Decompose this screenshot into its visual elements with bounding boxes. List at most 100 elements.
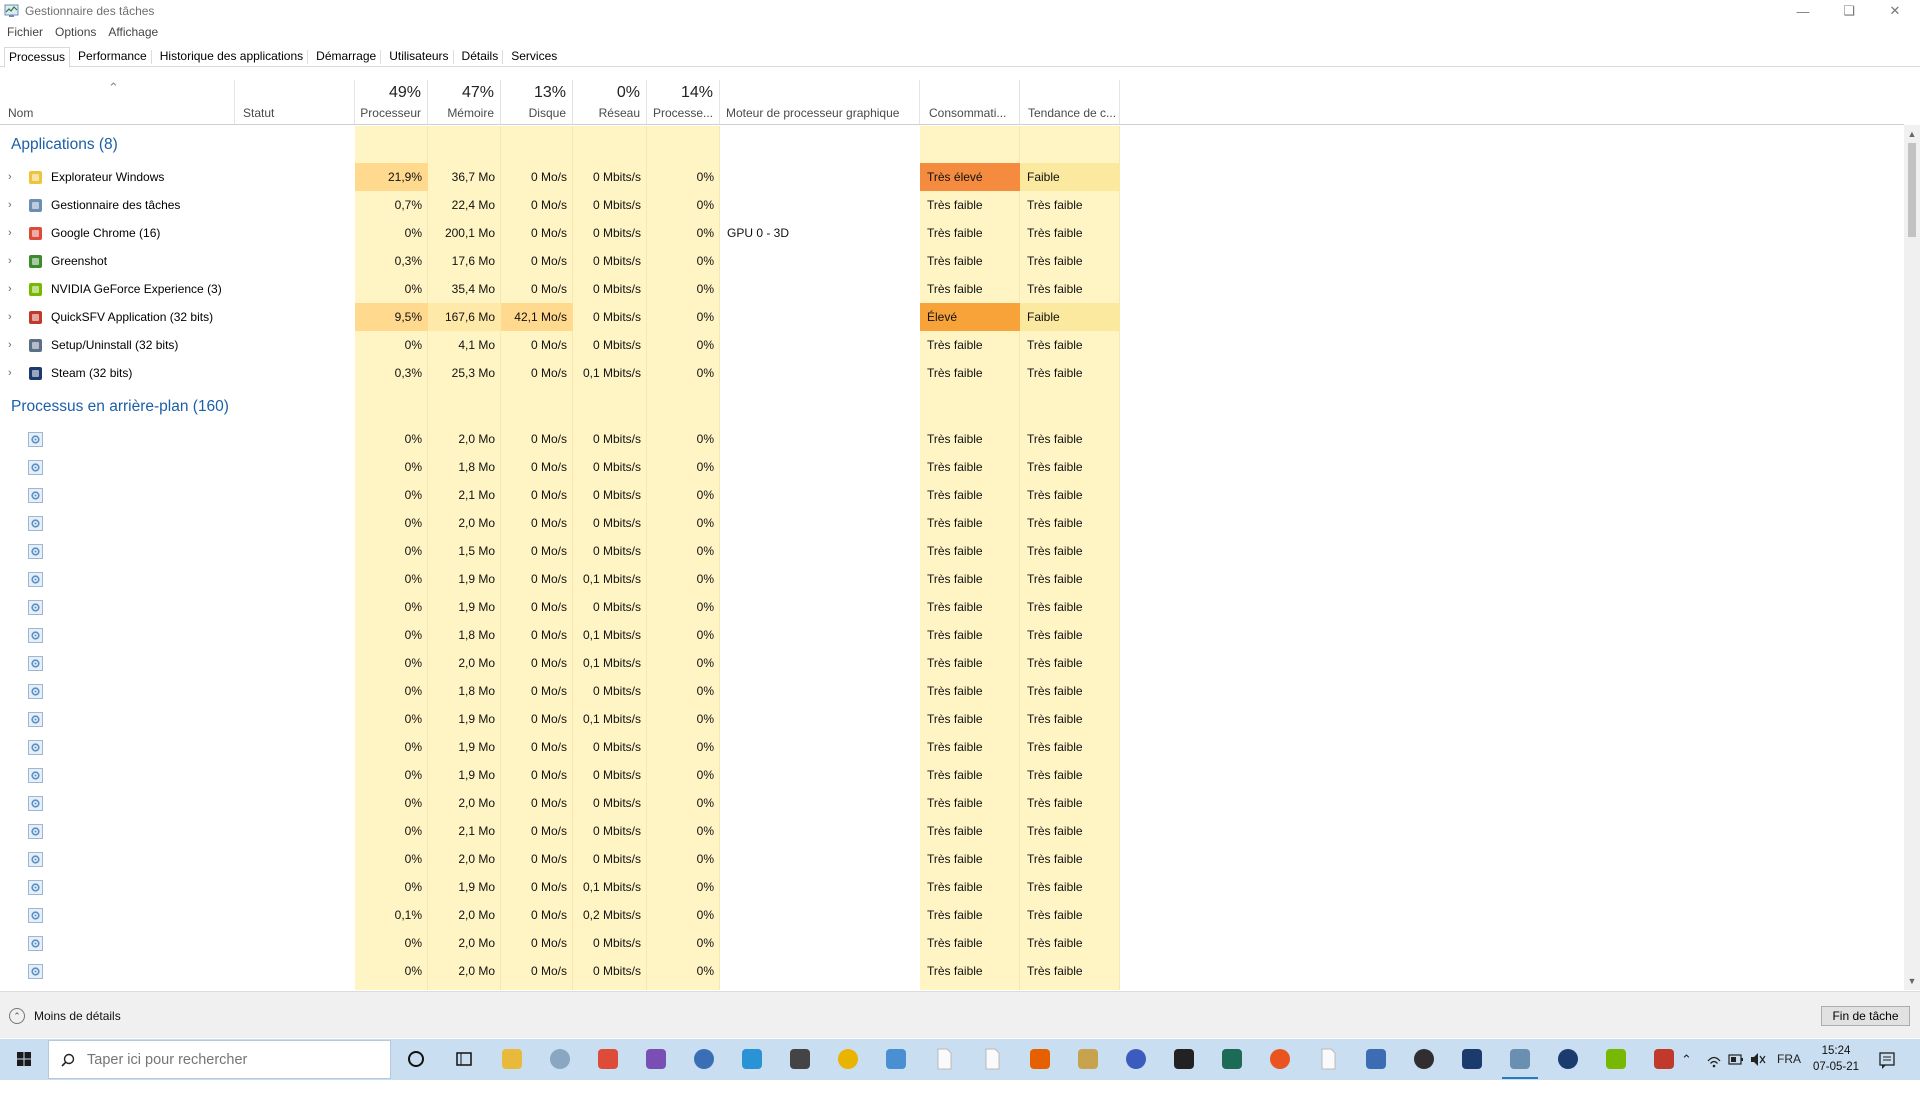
app-row[interactable]: › Setup/Uninstall (32 bits) 0% 4,1 Mo 0 Mo/s…	[0, 331, 1120, 359]
file-icon[interactable]	[932, 1047, 956, 1071]
header-power-trend[interactable]: Tendance de c...	[1020, 80, 1120, 124]
scroll-up-icon[interactable]: ▲	[1904, 127, 1920, 141]
background-process-row[interactable]: 0% 1,9 Mo 0 Mo/s 0 Mbits/s 0% Très faible Très…	[0, 733, 1120, 761]
menu-affichage[interactable]: Affichage	[101, 25, 163, 39]
background-process-row[interactable]: 0% 1,9 Mo 0 Mo/s 0,1 Mbits/s 0% Très faible Tr…	[0, 873, 1120, 901]
task-view-icon[interactable]	[452, 1047, 476, 1071]
close-button[interactable]: ✕	[1872, 0, 1918, 22]
background-process-row[interactable]: 0% 2,1 Mo 0 Mo/s 0 Mbits/s 0% Très faible Très…	[0, 481, 1120, 509]
file-icon[interactable]	[980, 1047, 1004, 1071]
wifi-icon[interactable]	[1706, 1039, 1722, 1080]
header-memory[interactable]: 47% Mémoire	[428, 80, 501, 124]
expand-chevron-icon[interactable]: ›	[8, 331, 18, 359]
background-process-row[interactable]: 0% 1,8 Mo 0 Mo/s 0,1 Mbits/s 0% Très faible Tr…	[0, 621, 1120, 649]
header-gpu[interactable]: 14% Processe...	[647, 80, 720, 124]
header-cpu[interactable]: 49% Processeur	[355, 80, 428, 124]
headphones-icon[interactable]	[1124, 1047, 1148, 1071]
app-icon[interactable]	[740, 1047, 764, 1071]
steam-icon[interactable]	[1460, 1047, 1484, 1071]
background-process-row[interactable]: 0% 2,0 Mo 0 Mo/s 0 Mbits/s 0% Très faible Très…	[0, 929, 1120, 957]
background-process-row[interactable]: 0% 2,0 Mo 0 Mo/s 0 Mbits/s 0% Très faible Très…	[0, 789, 1120, 817]
header-gpu-engine[interactable]: Moteur de processeur graphique	[720, 80, 920, 124]
app-row[interactable]: › Steam (32 bits) 0,3% 25,3 Mo 0 Mo/s 0,1 Mbi…	[0, 359, 1120, 387]
tab-services[interactable]: Services	[507, 47, 561, 67]
rockstar-icon[interactable]	[836, 1047, 860, 1071]
background-process-row[interactable]: 0% 2,1 Mo 0 Mo/s 0 Mbits/s 0% Très faible Très…	[0, 817, 1120, 845]
search-input[interactable]	[87, 1051, 367, 1068]
expand-chevron-icon[interactable]: ›	[8, 275, 18, 303]
header-status[interactable]: Statut	[235, 80, 355, 124]
header-power[interactable]: Consommati...	[920, 80, 1020, 124]
vertical-scrollbar[interactable]: ▲ ▼	[1904, 125, 1920, 990]
menu-options[interactable]: Options	[48, 25, 101, 39]
header-network[interactable]: 0% Réseau	[573, 80, 647, 124]
app-icon[interactable]	[1076, 1047, 1100, 1071]
tab-historique[interactable]: Historique des applications	[156, 47, 307, 67]
start-button[interactable]	[0, 1039, 48, 1080]
app-row[interactable]: › NVIDIA GeForce Experience (3) 0% 35,4 Mo 0…	[0, 275, 1120, 303]
background-process-row[interactable]: 0% 2,0 Mo 0 Mo/s 0 Mbits/s 0% Très faible Très…	[0, 509, 1120, 537]
language-indicator[interactable]: FRA	[1777, 1039, 1801, 1080]
app-row[interactable]: › Gestionnaire des tâches 0,7% 22,4 Mo 0 Mo/…	[0, 191, 1120, 219]
background-process-row[interactable]: 0% 1,9 Mo 0 Mo/s 0,1 Mbits/s 0% Très faible Tr…	[0, 705, 1120, 733]
menu-fichier[interactable]: Fichier	[0, 25, 48, 39]
background-process-row[interactable]: 0% 1,9 Mo 0 Mo/s 0,1 Mbits/s 0% Très faible Tr…	[0, 565, 1120, 593]
header-disk[interactable]: 13% Disque	[501, 80, 573, 124]
app-icon[interactable]	[692, 1047, 716, 1071]
background-process-row[interactable]: 0% 1,9 Mo 0 Mo/s 0 Mbits/s 0% Très faible Très…	[0, 761, 1120, 789]
chrome-icon[interactable]	[596, 1047, 620, 1071]
app-icon[interactable]	[1652, 1047, 1676, 1071]
background-process-row[interactable]: 0% 1,8 Mo 0 Mo/s 0 Mbits/s 0% Très faible Très…	[0, 677, 1120, 705]
show-hidden-icons-icon[interactable]: ⌃	[1681, 1039, 1692, 1080]
file-icon[interactable]	[1316, 1047, 1340, 1071]
restore-button[interactable]: ❏	[1826, 0, 1872, 22]
less-details-button[interactable]: ⌃ Moins de détails	[9, 1008, 121, 1024]
header-name[interactable]: Nom	[0, 80, 235, 124]
obs-icon[interactable]	[1412, 1047, 1436, 1071]
app-row[interactable]: › Google Chrome (16) 0% 200,1 Mo 0 Mo/s 0 Mbi…	[0, 219, 1120, 247]
app-icon[interactable]	[644, 1047, 668, 1071]
expand-chevron-icon[interactable]: ›	[8, 163, 18, 191]
background-process-row[interactable]: 0% 1,8 Mo 0 Mo/s 0 Mbits/s 0% Très faible Très…	[0, 453, 1120, 481]
expand-chevron-icon[interactable]: ›	[8, 359, 18, 387]
tab-demarrage[interactable]: Démarrage	[312, 47, 380, 67]
background-process-row[interactable]: 0,1% 2,0 Mo 0 Mo/s 0,2 Mbits/s 0% Très faible…	[0, 901, 1120, 929]
app-icon[interactable]	[884, 1047, 908, 1071]
cortana-icon[interactable]	[404, 1047, 428, 1071]
tab-details[interactable]: Détails	[458, 47, 503, 67]
expand-chevron-icon[interactable]: ›	[8, 219, 18, 247]
terminal-icon[interactable]	[1172, 1047, 1196, 1071]
file-explorer-icon[interactable]	[500, 1047, 524, 1071]
app-row[interactable]: › QuickSFV Application (32 bits) 9,5% 167,6…	[0, 303, 1120, 331]
ubuntu-icon[interactable]	[1268, 1047, 1292, 1071]
background-process-row[interactable]: 0% 1,5 Mo 0 Mo/s 0 Mbits/s 0% Très faible Très…	[0, 537, 1120, 565]
expand-chevron-icon[interactable]: ›	[8, 303, 18, 331]
app-row[interactable]: › Greenshot 0,3% 17,6 Mo 0 Mo/s 0 Mbits/s 0% Tr…	[0, 247, 1120, 275]
background-process-row[interactable]: 0% 2,0 Mo 0 Mo/s 0 Mbits/s 0% Très faible Très…	[0, 845, 1120, 873]
background-process-row[interactable]: 0% 2,0 Mo 0 Mo/s 0 Mbits/s 0% Très faible Très…	[0, 957, 1120, 985]
taskbar-clock[interactable]: 15:24 07-05-21	[1806, 1043, 1866, 1075]
background-process-row[interactable]: 0% 2,0 Mo 0 Mo/s 0,1 Mbits/s 0% Très faible Tr…	[0, 649, 1120, 677]
taskmgr-icon[interactable]	[1502, 1047, 1538, 1079]
photos-icon[interactable]	[548, 1047, 572, 1071]
expand-chevron-icon[interactable]: ›	[8, 247, 18, 275]
battery-icon[interactable]	[1728, 1039, 1744, 1080]
taskbar-search-box[interactable]	[48, 1040, 391, 1079]
tab-performance[interactable]: Performance	[74, 47, 151, 67]
tab-processus[interactable]: Processus	[4, 47, 71, 68]
steam-icon[interactable]	[1556, 1047, 1580, 1071]
notification-center-icon[interactable]	[1878, 1039, 1896, 1080]
group-title-apps[interactable]: Applications (8)	[11, 131, 118, 159]
background-process-row[interactable]: 0% 1,9 Mo 0 Mo/s 0 Mbits/s 0% Très faible Très…	[0, 593, 1120, 621]
virtualbox-icon[interactable]	[1364, 1047, 1388, 1071]
scroll-thumb[interactable]	[1908, 143, 1916, 237]
settings-icon[interactable]	[788, 1047, 812, 1071]
background-process-row[interactable]: 0% 2,0 Mo 0 Mo/s 0 Mbits/s 0% Très faible Très…	[0, 425, 1120, 453]
scroll-down-icon[interactable]: ▼	[1904, 974, 1920, 988]
volume-muted-icon[interactable]	[1750, 1039, 1766, 1080]
nvidia-icon[interactable]	[1604, 1047, 1628, 1071]
firefox-icon[interactable]	[1028, 1047, 1052, 1071]
expand-chevron-icon[interactable]: ›	[8, 191, 18, 219]
minimize-button[interactable]: —	[1780, 0, 1826, 22]
group-title-background[interactable]: Processus en arrière-plan (160)	[11, 393, 229, 421]
